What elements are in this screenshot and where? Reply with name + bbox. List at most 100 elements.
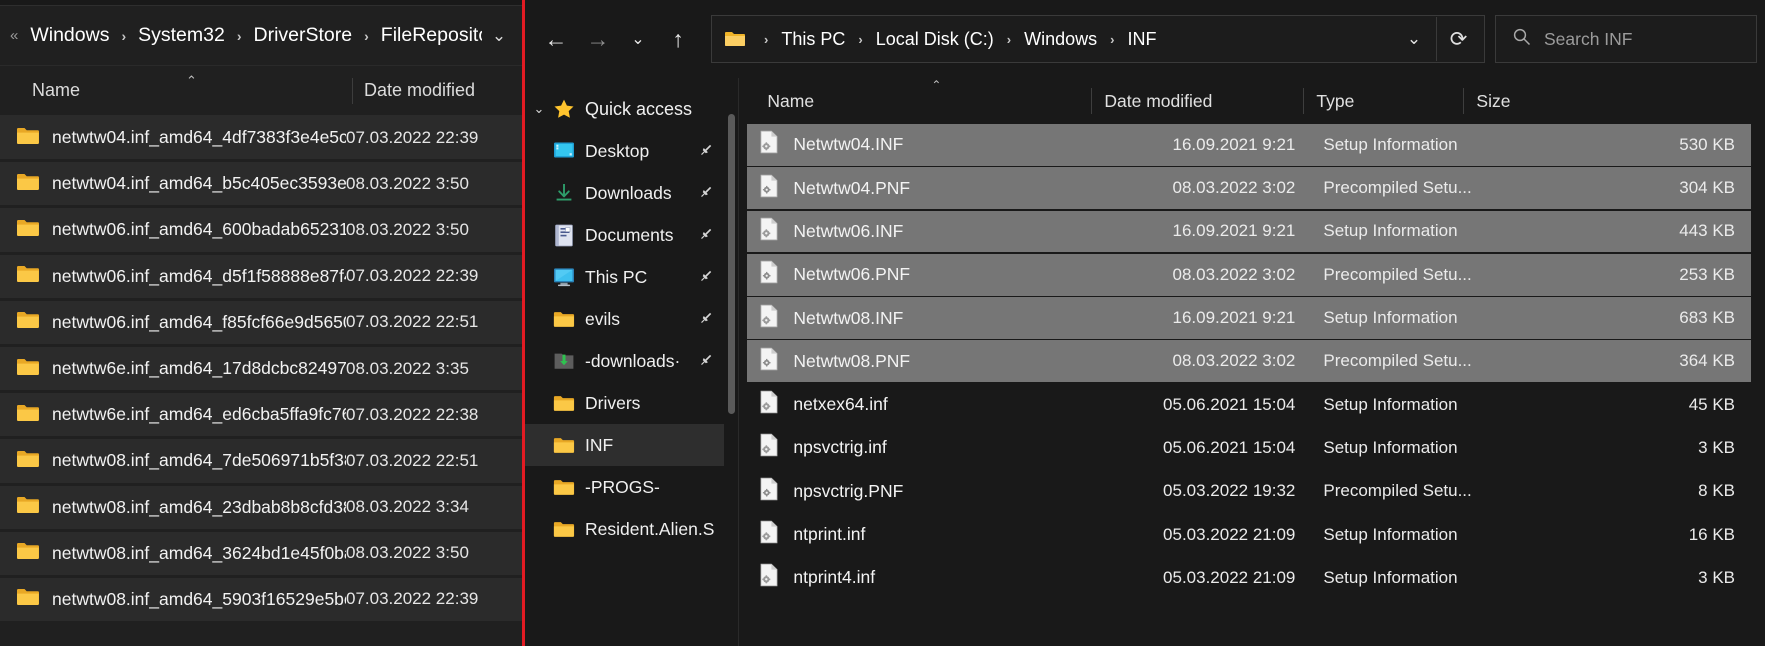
back-button[interactable]: ←: [535, 18, 577, 60]
table-row[interactable]: netwtw06.inf_amd64_f85fcf66e9d56502 07.03…: [0, 300, 522, 344]
forward-button[interactable]: →: [577, 18, 619, 60]
sidebar-item-this-pc[interactable]: This PC: [525, 256, 724, 298]
search-box[interactable]: Search INF: [1495, 15, 1757, 63]
folder-name: netwtw04.inf_amd64_b5c405ec3593e335: [52, 173, 346, 194]
sidebar-item-desktop[interactable]: Desktop: [525, 130, 724, 172]
breadcrumb-overflow-icon[interactable]: «: [10, 27, 18, 44]
breadcrumb-this-pc[interactable]: This PC: [778, 27, 848, 52]
table-row[interactable]: Netwtw08.PNF 08.03.2022 3:02 Precompiled S…: [747, 340, 1751, 383]
table-row[interactable]: Netwtw06.INF 16.09.2021 9:21 Setup Informa…: [747, 210, 1751, 253]
column-header-type-label: Type: [1316, 90, 1355, 111]
table-row[interactable]: ntprint4.inf 05.03.2022 21:09 Setup Inform…: [747, 557, 1751, 599]
file-size: 304 KB: [1679, 178, 1735, 198]
table-row[interactable]: netwtw6e.inf_amd64_ed6cba5ffa9fc767 07.03…: [0, 393, 522, 437]
folder-icon: [553, 434, 575, 456]
sidebar-item-inf[interactable]: INF: [525, 424, 725, 466]
pin-icon[interactable]: [698, 310, 714, 329]
folder-icon: [724, 28, 746, 50]
table-row[interactable]: Netwtw08.INF 16.09.2021 9:21 Setup Informa…: [747, 297, 1751, 339]
folder-name: netwtw08.inf_amd64_3624bd1e45f0ba6d: [52, 542, 346, 563]
table-row[interactable]: netwtw06.inf_amd64_d5f1f58888e87f4a 07.03…: [0, 254, 522, 298]
table-row[interactable]: netwtw08.inf_amd64_3624bd1e45f0ba6d 08.03…: [0, 531, 522, 575]
sidebar-item-downloads[interactable]: Downloads: [525, 172, 724, 214]
pin-icon[interactable]: [698, 268, 714, 287]
table-row[interactable]: npsvctrig.PNF 05.03.2022 19:32 Precompiled…: [747, 470, 1751, 512]
chevron-right-icon: ›: [364, 27, 369, 44]
left-column-date-modified[interactable]: Date modified: [352, 77, 522, 104]
breadcrumb-inf[interactable]: INF: [1124, 27, 1159, 52]
folder-icon: [16, 310, 40, 334]
breadcrumb-windows[interactable]: Windows: [1021, 27, 1100, 52]
refresh-icon[interactable]: ⟳: [1436, 17, 1480, 61]
breadcrumb-windows[interactable]: Windows: [27, 22, 112, 49]
pnf-file-icon: [759, 260, 781, 289]
column-header-type[interactable]: Type: [1303, 88, 1463, 114]
background-explorer-window[interactable]: « Windows › System32 › DriverStore › Fil…: [0, 0, 525, 646]
address-bar[interactable]: › This PC › Local Disk (C:) › Windows › …: [711, 15, 1485, 63]
table-row[interactable]: netwtw08.inf_amd64_7de506971b5f38d5 07.03…: [0, 439, 522, 483]
address-chevron-down-icon[interactable]: ⌄: [1392, 17, 1436, 61]
sidebar-item-drivers[interactable]: Drivers: [525, 382, 724, 424]
breadcrumb-system32[interactable]: System32: [135, 22, 228, 49]
up-button[interactable]: ↑: [657, 18, 699, 60]
chevron-down-icon[interactable]: ⌄: [482, 26, 516, 46]
pnf-file-icon: [759, 477, 781, 506]
table-row[interactable]: netwtw08.inf_amd64_23dbab8b8cfd383f 08.03…: [0, 485, 522, 529]
breadcrumb-driverstore[interactable]: DriverStore: [251, 22, 356, 49]
table-row[interactable]: netwtw04.inf_amd64_4df7383f3e4e5c3a 07.03…: [0, 116, 522, 160]
sort-ascending-icon: ⌃: [186, 73, 197, 88]
file-size: 253 KB: [1679, 264, 1735, 284]
folder-date-modified: 08.03.2022 3:50: [346, 219, 469, 239]
active-explorer-window[interactable]: ← → ⌄ ↑ › This PC › Local Disk (C:) › Wi…: [525, 0, 1765, 646]
scrollbar-thumb[interactable]: [728, 114, 736, 414]
table-row[interactable]: netwtw04.inf_amd64_b5c405ec3593e335 08.03…: [0, 162, 522, 206]
table-row[interactable]: netwtw06.inf_amd64_600badab65231194 08.03…: [0, 208, 522, 252]
sidebar-item-resident-alien-s[interactable]: Resident.Alien.S: [525, 508, 724, 550]
pin-icon[interactable]: [698, 226, 714, 245]
table-row[interactable]: netwtw6e.inf_amd64_17d8dcbc824972db 08.03…: [0, 346, 522, 391]
sidebar-item-label: -downloads·: [585, 350, 681, 371]
table-row[interactable]: netxex64.inf 05.06.2021 15:04 Setup Inform…: [747, 384, 1751, 426]
breadcrumb-local-disk[interactable]: Local Disk (C:): [873, 27, 997, 52]
breadcrumb-filerepository[interactable]: FileRepository: [378, 22, 482, 49]
pin-icon[interactable]: [698, 184, 714, 203]
sidebar-item-evils[interactable]: evils: [525, 298, 724, 340]
left-address-bar[interactable]: « Windows › System32 › DriverStore › Fil…: [0, 6, 522, 66]
sidebar-item-documents[interactable]: Documents: [525, 214, 724, 256]
sidebar-item-label: Documents: [585, 224, 674, 245]
file-date-modified: 08.03.2022 3:02: [1172, 264, 1296, 284]
table-row[interactable]: netwtw08.inf_amd64_5903f16529e5be39 07.03…: [0, 577, 522, 622]
table-row[interactable]: npsvctrig.inf 05.06.2021 15:04 Setup Infor…: [747, 427, 1751, 469]
navigation-scrollbar[interactable]: [724, 78, 739, 646]
left-column-name[interactable]: ⌃ Name: [0, 66, 352, 115]
left-breadcrumb[interactable]: « Windows › System32 › DriverStore › Fil…: [10, 22, 482, 49]
sidebar-item-label: Drivers: [585, 392, 641, 413]
table-row[interactable]: Netwtw06.PNF 08.03.2022 3:02 Precompiled S…: [747, 253, 1751, 296]
sidebar-item-progs[interactable]: -PROGS-: [525, 466, 724, 508]
nav-group-quick-access[interactable]: ⌄ Quick access: [525, 88, 724, 130]
recent-locations-button[interactable]: ⌄: [619, 18, 657, 60]
folder-date-modified: 07.03.2022 22:51: [346, 312, 479, 332]
sidebar-item-downloads[interactable]: -downloads·: [525, 340, 724, 382]
address-breadcrumb[interactable]: › This PC › Local Disk (C:) › Windows › …: [756, 27, 1392, 52]
file-list[interactable]: Netwtw04.INF 16.09.2021 9:21 Setup Informa…: [739, 124, 1765, 646]
pin-icon[interactable]: [698, 352, 714, 371]
folder-date-modified: 07.03.2022 22:51: [346, 450, 479, 470]
pin-icon[interactable]: [698, 142, 714, 161]
column-header-size[interactable]: Size: [1463, 88, 1765, 114]
sidebar-item-label: -PROGS-: [585, 476, 660, 497]
folder-icon: [16, 172, 40, 196]
file-date-modified: 05.03.2022 21:09: [1163, 567, 1296, 587]
left-file-list[interactable]: netwtw04.inf_amd64_4df7383f3e4e5c3a 07.03…: [0, 116, 522, 622]
file-name: ntprint.inf: [793, 524, 866, 545]
navigation-pane[interactable]: ⌄ Quick access Desktop Downloads Documents Th…: [525, 78, 725, 646]
chevron-down-icon[interactable]: ⌄: [525, 101, 553, 117]
this-pc-icon: [553, 266, 575, 288]
explorer-toolbar: ← → ⌄ ↑ › This PC › Local Disk (C:) › Wi…: [525, 0, 1765, 78]
column-header-date-modified[interactable]: Date modified: [1091, 88, 1303, 114]
column-header-name[interactable]: ⌃ Name: [739, 78, 1091, 114]
table-row[interactable]: Netwtw04.INF 16.09.2021 9:21 Setup Informa…: [747, 124, 1751, 166]
table-row[interactable]: ntprint.inf 05.03.2022 21:09 Setup Informa…: [747, 514, 1751, 556]
folder-icon: [16, 357, 40, 381]
table-row[interactable]: Netwtw04.PNF 08.03.2022 3:02 Precompiled S…: [747, 167, 1751, 210]
